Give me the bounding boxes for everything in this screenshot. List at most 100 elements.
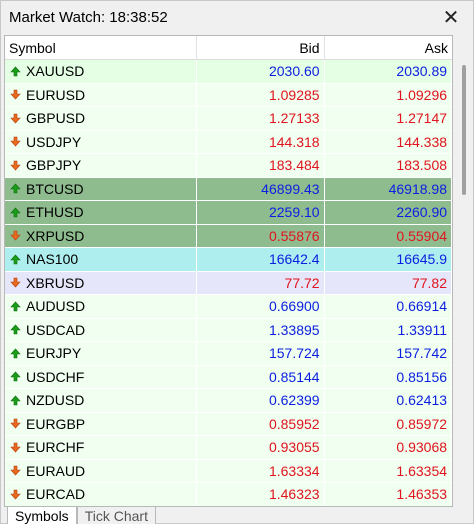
bid-cell: 1.63334 bbox=[197, 459, 325, 482]
table-row[interactable]: NZDUSD 0.62399 0.62413 bbox=[5, 389, 452, 413]
table-row[interactable]: USDCAD 1.33895 1.33911 bbox=[5, 318, 452, 342]
arrow-up-icon bbox=[9, 324, 21, 336]
symbol-name: EURUSD bbox=[26, 86, 86, 103]
arrow-up-icon bbox=[9, 300, 21, 312]
arrow-up-icon bbox=[9, 371, 21, 383]
arrow-down-icon bbox=[9, 465, 21, 477]
symbol-name: GBPJPY bbox=[26, 157, 82, 174]
symbol-cell: USDCAD bbox=[5, 318, 198, 341]
title-bar[interactable]: Market Watch: 18:38:52 ✕ bbox=[1, 1, 473, 33]
ask-cell: 0.93068 bbox=[325, 436, 452, 459]
bid-cell: 144.318 bbox=[197, 130, 325, 153]
bid-cell: 0.85952 bbox=[197, 412, 325, 435]
table-row[interactable]: EURJPY 157.724 157.742 bbox=[5, 342, 452, 366]
table-row[interactable]: EURCHF 0.93055 0.93068 bbox=[5, 436, 452, 460]
symbol-cell: EURCHF bbox=[5, 436, 198, 459]
ask-cell: 144.338 bbox=[325, 130, 452, 153]
arrow-down-icon bbox=[9, 418, 21, 430]
ask-cell: 1.46353 bbox=[325, 483, 452, 506]
ask-cell: 157.742 bbox=[325, 342, 452, 365]
bid-cell: 0.55876 bbox=[197, 224, 325, 247]
table-row[interactable]: NAS100 16642.4 16645.9 bbox=[5, 248, 452, 272]
symbol-name: ETHUSD bbox=[26, 204, 84, 221]
bid-cell: 2259.10 bbox=[197, 201, 325, 224]
table-row[interactable]: EURGBP 0.85952 0.85972 bbox=[5, 412, 452, 436]
ask-cell: 1.09296 bbox=[325, 83, 452, 106]
close-button[interactable]: ✕ bbox=[439, 5, 463, 29]
bid-cell: 2030.60 bbox=[197, 60, 325, 83]
bid-cell: 16642.4 bbox=[197, 248, 325, 271]
symbol-cell: GBPUSD bbox=[5, 107, 198, 130]
ask-cell: 1.27147 bbox=[325, 107, 452, 130]
arrow-down-icon bbox=[9, 488, 21, 500]
table-body: XAUUSD 2030.60 2030.89 EURUSD 1.09285 1.09296… bbox=[5, 60, 452, 506]
arrow-down-icon bbox=[9, 230, 21, 242]
symbol-name: EURCHF bbox=[26, 439, 85, 456]
table-row[interactable]: USDJPY 144.318 144.338 bbox=[5, 130, 452, 154]
symbol-cell: EURUSD bbox=[5, 83, 198, 106]
tab-tick-chart[interactable]: Tick Chart bbox=[76, 507, 156, 524]
ask-cell: 183.508 bbox=[325, 154, 452, 177]
column-header-bid[interactable]: Bid bbox=[197, 36, 325, 59]
symbol-name: USDJPY bbox=[26, 133, 82, 150]
arrow-down-icon bbox=[9, 89, 21, 101]
bid-cell: 183.484 bbox=[197, 154, 325, 177]
ask-cell: 0.85972 bbox=[325, 412, 452, 435]
table-row[interactable]: EURCAD 1.46323 1.46353 bbox=[5, 483, 452, 506]
ask-cell: 2260.90 bbox=[325, 201, 452, 224]
symbol-cell: NZDUSD bbox=[5, 389, 198, 412]
table-row[interactable]: EURAUD 1.63334 1.63354 bbox=[5, 459, 452, 483]
tab-symbols[interactable]: Symbols bbox=[7, 507, 77, 524]
table-row[interactable]: EURUSD 1.09285 1.09296 bbox=[5, 83, 452, 107]
symbol-name: USDCAD bbox=[26, 321, 86, 338]
scrollbar-thumb[interactable] bbox=[462, 65, 466, 195]
vertical-scrollbar[interactable] bbox=[456, 35, 473, 507]
symbol-name: EURGBP bbox=[26, 415, 86, 432]
arrow-up-icon bbox=[9, 253, 21, 265]
arrow-down-icon bbox=[9, 136, 21, 148]
symbol-cell: GBPJPY bbox=[5, 154, 198, 177]
ask-cell: 1.33911 bbox=[325, 318, 452, 341]
table-row[interactable]: GBPUSD 1.27133 1.27147 bbox=[5, 107, 452, 131]
ask-cell: 2030.89 bbox=[325, 60, 452, 83]
symbol-name: XRPUSD bbox=[26, 227, 85, 244]
symbol-name: XAUUSD bbox=[26, 63, 85, 80]
table-row[interactable]: XRPUSD 0.55876 0.55904 bbox=[5, 224, 452, 248]
table-row[interactable]: ETHUSD 2259.10 2260.90 bbox=[5, 201, 452, 225]
bid-cell: 0.66900 bbox=[197, 295, 325, 318]
symbol-name: EURCAD bbox=[26, 486, 86, 503]
column-header-symbol[interactable]: Symbol bbox=[5, 36, 198, 59]
market-watch-window: Market Watch: 18:38:52 ✕ Symbol Bid Ask … bbox=[0, 0, 474, 524]
table-row[interactable]: XBRUSD 77.72 77.82 bbox=[5, 271, 452, 295]
bid-cell: 0.93055 bbox=[197, 436, 325, 459]
bottom-tabs: Symbols Tick Chart bbox=[7, 507, 156, 524]
bid-cell: 77.72 bbox=[197, 271, 325, 294]
table-row[interactable]: XAUUSD 2030.60 2030.89 bbox=[5, 60, 452, 84]
symbol-cell: EURJPY bbox=[5, 342, 198, 365]
ask-cell: 0.55904 bbox=[325, 224, 452, 247]
bid-cell: 0.62399 bbox=[197, 389, 325, 412]
bid-cell: 1.09285 bbox=[197, 83, 325, 106]
column-header-ask[interactable]: Ask bbox=[325, 36, 452, 59]
symbol-name: NAS100 bbox=[26, 251, 79, 268]
table-row[interactable]: AUDUSD 0.66900 0.66914 bbox=[5, 295, 452, 319]
bid-cell: 0.85144 bbox=[197, 365, 325, 388]
bid-cell: 1.46323 bbox=[197, 483, 325, 506]
arrow-down-icon bbox=[9, 277, 21, 289]
table-row[interactable]: USDCHF 0.85144 0.85156 bbox=[5, 365, 452, 389]
symbol-cell: EURAUD bbox=[5, 459, 198, 482]
arrow-up-icon bbox=[9, 394, 21, 406]
ask-cell: 0.85156 bbox=[325, 365, 452, 388]
symbol-cell: XRPUSD bbox=[5, 224, 198, 247]
bid-cell: 1.33895 bbox=[197, 318, 325, 341]
table-row[interactable]: BTCUSD 46899.43 46918.98 bbox=[5, 177, 452, 201]
arrow-down-icon bbox=[9, 112, 21, 124]
arrow-down-icon bbox=[9, 441, 21, 453]
ask-cell: 77.82 bbox=[325, 271, 452, 294]
symbol-name: NZDUSD bbox=[26, 392, 85, 409]
ask-cell: 0.66914 bbox=[325, 295, 452, 318]
ask-cell: 16645.9 bbox=[325, 248, 452, 271]
symbol-cell: AUDUSD bbox=[5, 295, 198, 318]
table-row[interactable]: GBPJPY 183.484 183.508 bbox=[5, 154, 452, 178]
bid-cell: 46899.43 bbox=[197, 177, 325, 200]
